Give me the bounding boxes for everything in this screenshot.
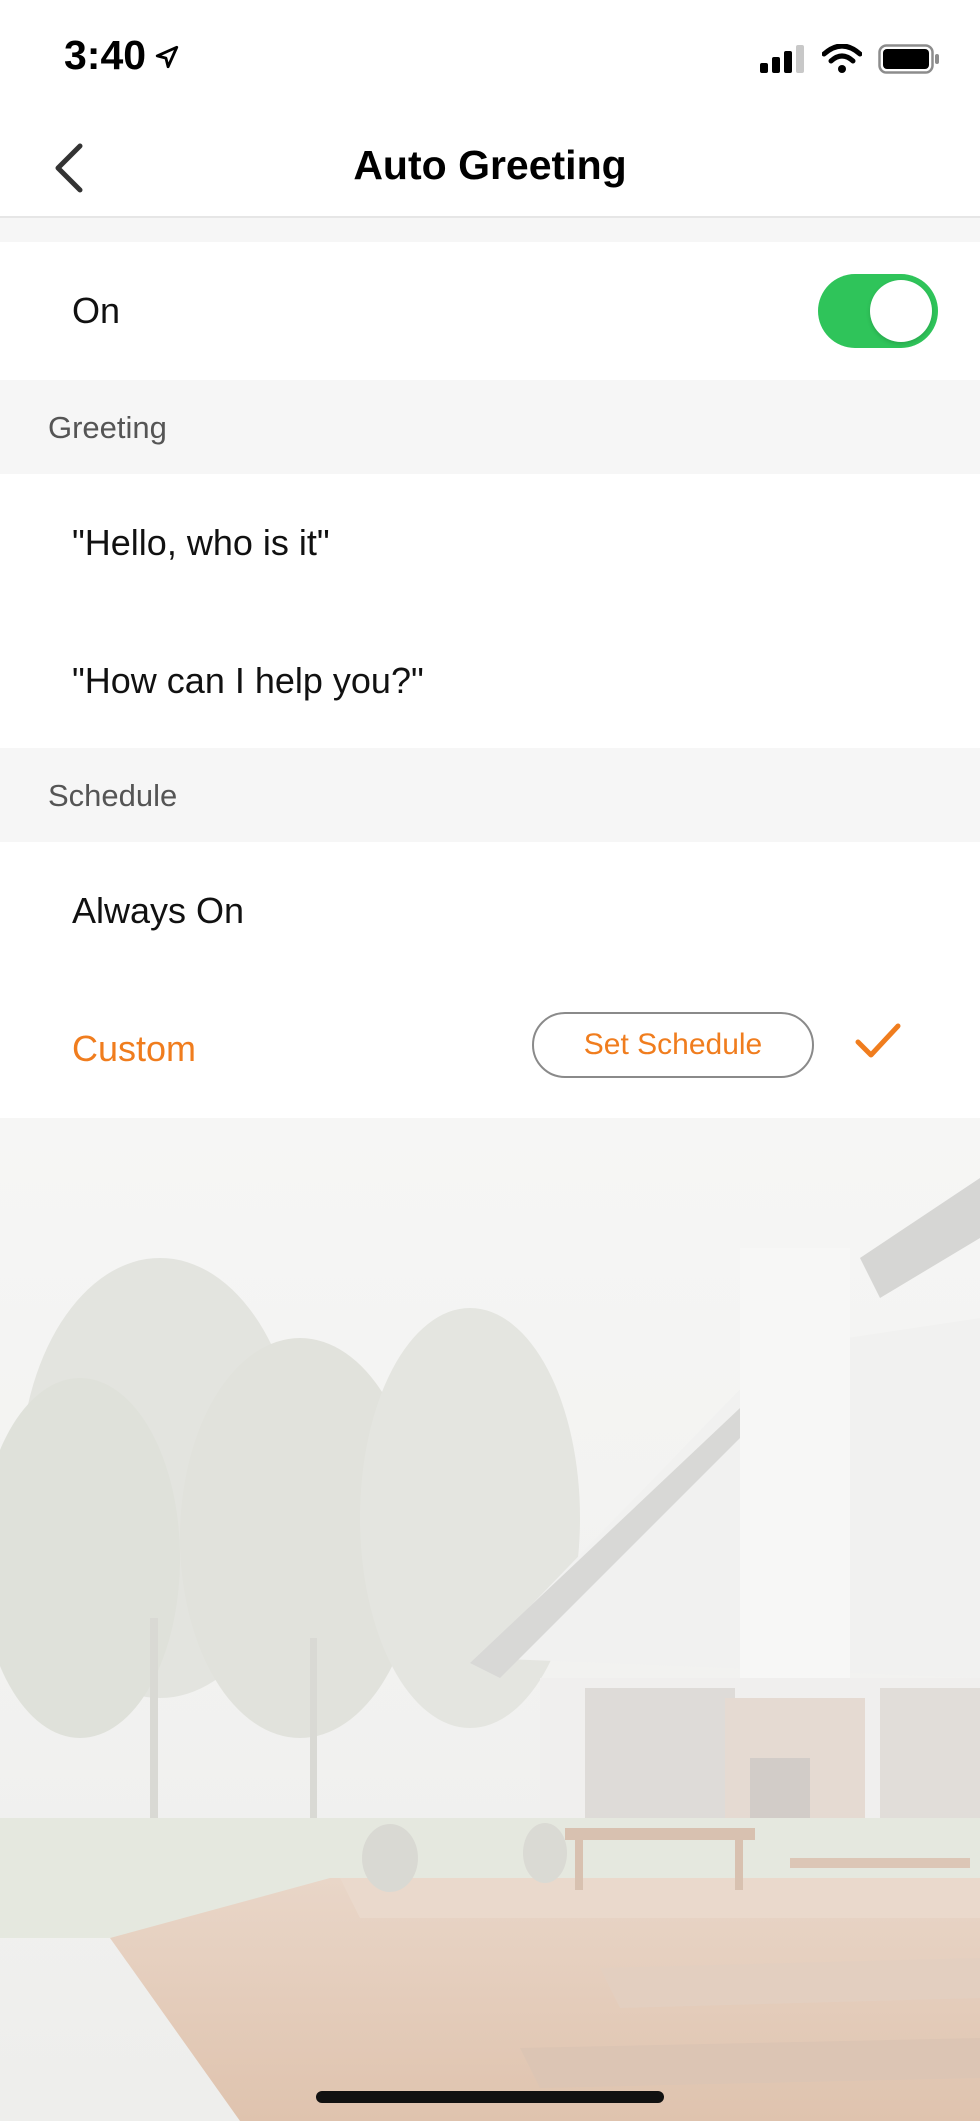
greeting-option-label: "How can I help you?" (72, 660, 424, 701)
wifi-icon (822, 44, 862, 73)
status-icons (760, 44, 940, 74)
enable-toggle[interactable] (818, 274, 938, 348)
checkmark-icon (855, 1023, 901, 1058)
background-house-image (0, 1118, 980, 2121)
status-time-text: 3:40 (64, 32, 147, 78)
custom-label: Custom (72, 1028, 197, 1069)
greeting-option-2[interactable]: "How can I help you?" (0, 610, 980, 748)
schedule-section-header: Schedule (0, 748, 980, 842)
enable-row: On (0, 242, 980, 380)
greeting-option-1[interactable]: "Hello, who is it" (0, 474, 980, 610)
always-on-label: Always On (72, 890, 245, 931)
greeting-option-label: "Hello, who is it" (72, 522, 330, 563)
greeting-section-header: Greeting (0, 380, 980, 474)
toggle-knob (870, 280, 932, 342)
set-schedule-button[interactable]: Set Schedule (532, 1012, 814, 1078)
location-arrow-icon (155, 45, 179, 68)
home-indicator (316, 2091, 664, 2103)
schedule-custom-row[interactable]: Custom Set Schedule (0, 978, 980, 1118)
navigation-bar: Auto Greeting (0, 118, 980, 218)
schedule-header-label: Schedule (48, 778, 178, 813)
house-illustration (0, 1118, 980, 2121)
status-bar: 3:40 (0, 0, 980, 118)
greeting-header-label: Greeting (48, 410, 167, 445)
cellular-signal-icon (760, 45, 804, 73)
page-title: Auto Greeting (353, 142, 627, 188)
battery-icon (878, 44, 939, 74)
schedule-always-on-row[interactable]: Always On (0, 842, 980, 978)
top-spacer (0, 218, 980, 242)
enable-label: On (72, 290, 121, 331)
status-time: 3:40 (64, 32, 180, 79)
